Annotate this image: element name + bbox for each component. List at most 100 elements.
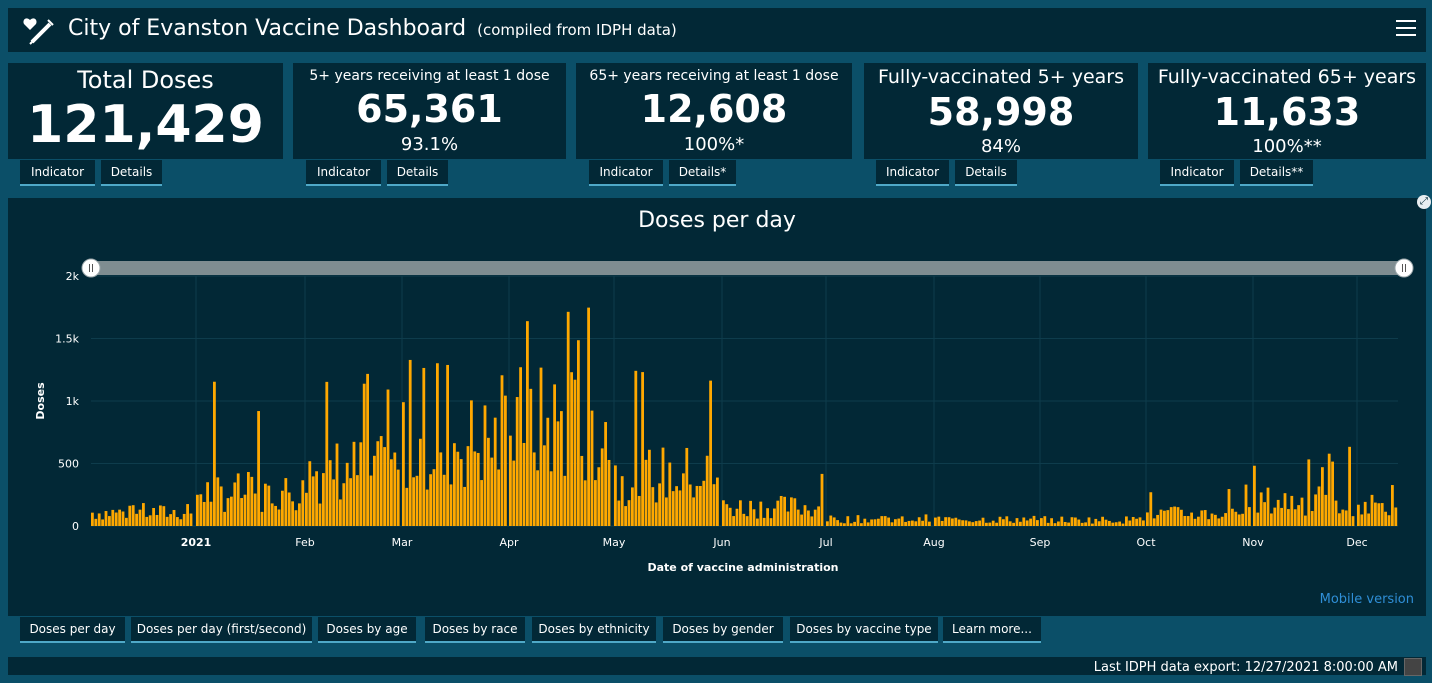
bar [1377,503,1381,526]
bar [522,442,526,526]
range-slider-track [91,261,1409,275]
bar [1231,508,1234,526]
card-percent: 100%* [683,134,745,155]
card-label: Fully-vaccinated 65+ years [1157,66,1417,88]
bar [978,520,981,526]
bar [817,506,820,526]
mobile-version-link[interactable]: Mobile version [1320,592,1414,607]
tab-indicator[interactable]: Indicator [876,160,949,186]
bar [1159,509,1163,526]
bar [779,495,783,526]
tab-doses-by-ethnicity[interactable]: Doses by ethnicity [532,617,656,643]
bar [1220,516,1224,526]
bar [412,477,415,526]
bar [186,504,189,526]
bar [1214,514,1217,526]
bar [419,438,422,526]
bar [849,523,853,526]
x-tick-label: Feb [295,536,314,549]
tab-indicator[interactable]: Indicator [20,160,95,186]
tab-doses-by-vaccine-type[interactable]: Doses by vaccine type [790,617,938,643]
bar [1169,507,1173,526]
bar [118,509,121,526]
y-tick-label: 0 [72,520,79,533]
tab-doses-by-age[interactable]: Doses by age [318,617,416,643]
tab-details[interactable]: Details [387,160,448,186]
bar [786,511,790,526]
corner-button[interactable] [1404,658,1422,676]
bar [1351,516,1355,526]
hamburger-menu-icon[interactable] [1396,20,1416,38]
bar [856,515,860,526]
tab-details[interactable]: Details** [1240,160,1313,186]
bar [1248,507,1251,526]
tab-doses-by-gender[interactable]: Doses by gender [663,617,783,643]
bar [1280,507,1283,526]
tab-indicator[interactable]: Indicator [306,160,381,186]
bar [1032,515,1036,526]
bar [1310,511,1314,526]
bar [257,411,260,526]
bar [951,518,954,526]
bar [634,370,638,526]
bar [1077,519,1081,526]
bar [240,498,243,526]
bar [651,487,655,526]
bar [907,520,911,526]
bar [766,508,769,526]
bar [563,475,567,526]
tab-doses-per-day[interactable]: Doses per day [20,617,125,643]
tab-indicator[interactable]: Indicator [1160,160,1234,186]
bar [250,476,254,526]
bar [685,447,689,526]
bar [519,367,522,526]
bar [1317,486,1321,526]
bar [396,469,400,526]
bar [449,484,453,526]
bar [988,522,992,526]
subtitle-text: (compiled from IDPH data) [477,21,677,39]
bar [587,307,590,526]
bar [1270,513,1273,526]
bar [1149,492,1153,526]
bar [749,500,752,526]
bar [301,480,305,526]
bar [1084,522,1087,526]
bar [429,474,432,526]
bar [661,447,665,526]
bar [553,384,556,526]
tab-details[interactable]: Details [101,160,162,186]
bar [159,505,162,526]
bar [1173,506,1176,526]
card-label: 65+ years receiving at least 1 dose [589,68,839,84]
bar [1057,521,1060,526]
bar [356,475,359,526]
bar [803,505,807,526]
bar [1118,521,1121,526]
bar [665,497,668,526]
bar [648,449,651,526]
bar [476,452,480,526]
bar [1197,516,1200,526]
bar [463,486,466,526]
bar [1224,513,1227,526]
bar [459,459,463,526]
bar [213,381,216,526]
bar [264,483,267,526]
bar [325,381,329,526]
tab-doses-by-race[interactable]: Doses by race [425,617,525,643]
tab-indicator[interactable]: Indicator [589,160,663,186]
bar [860,523,863,526]
bar [393,452,397,526]
bar [904,521,907,526]
tab-learn-more[interactable]: Learn more... [943,617,1041,643]
bar [995,522,998,526]
tab-details[interactable]: Details [955,160,1017,186]
tab-details[interactable]: Details* [669,160,736,186]
tab-doses-first-second[interactable]: Doses per day (first/second) [131,617,312,643]
bar [335,443,339,526]
bar [998,516,1002,526]
expand-icon[interactable]: ⤢ [1417,195,1431,209]
bar [287,492,291,526]
bar [971,522,975,526]
